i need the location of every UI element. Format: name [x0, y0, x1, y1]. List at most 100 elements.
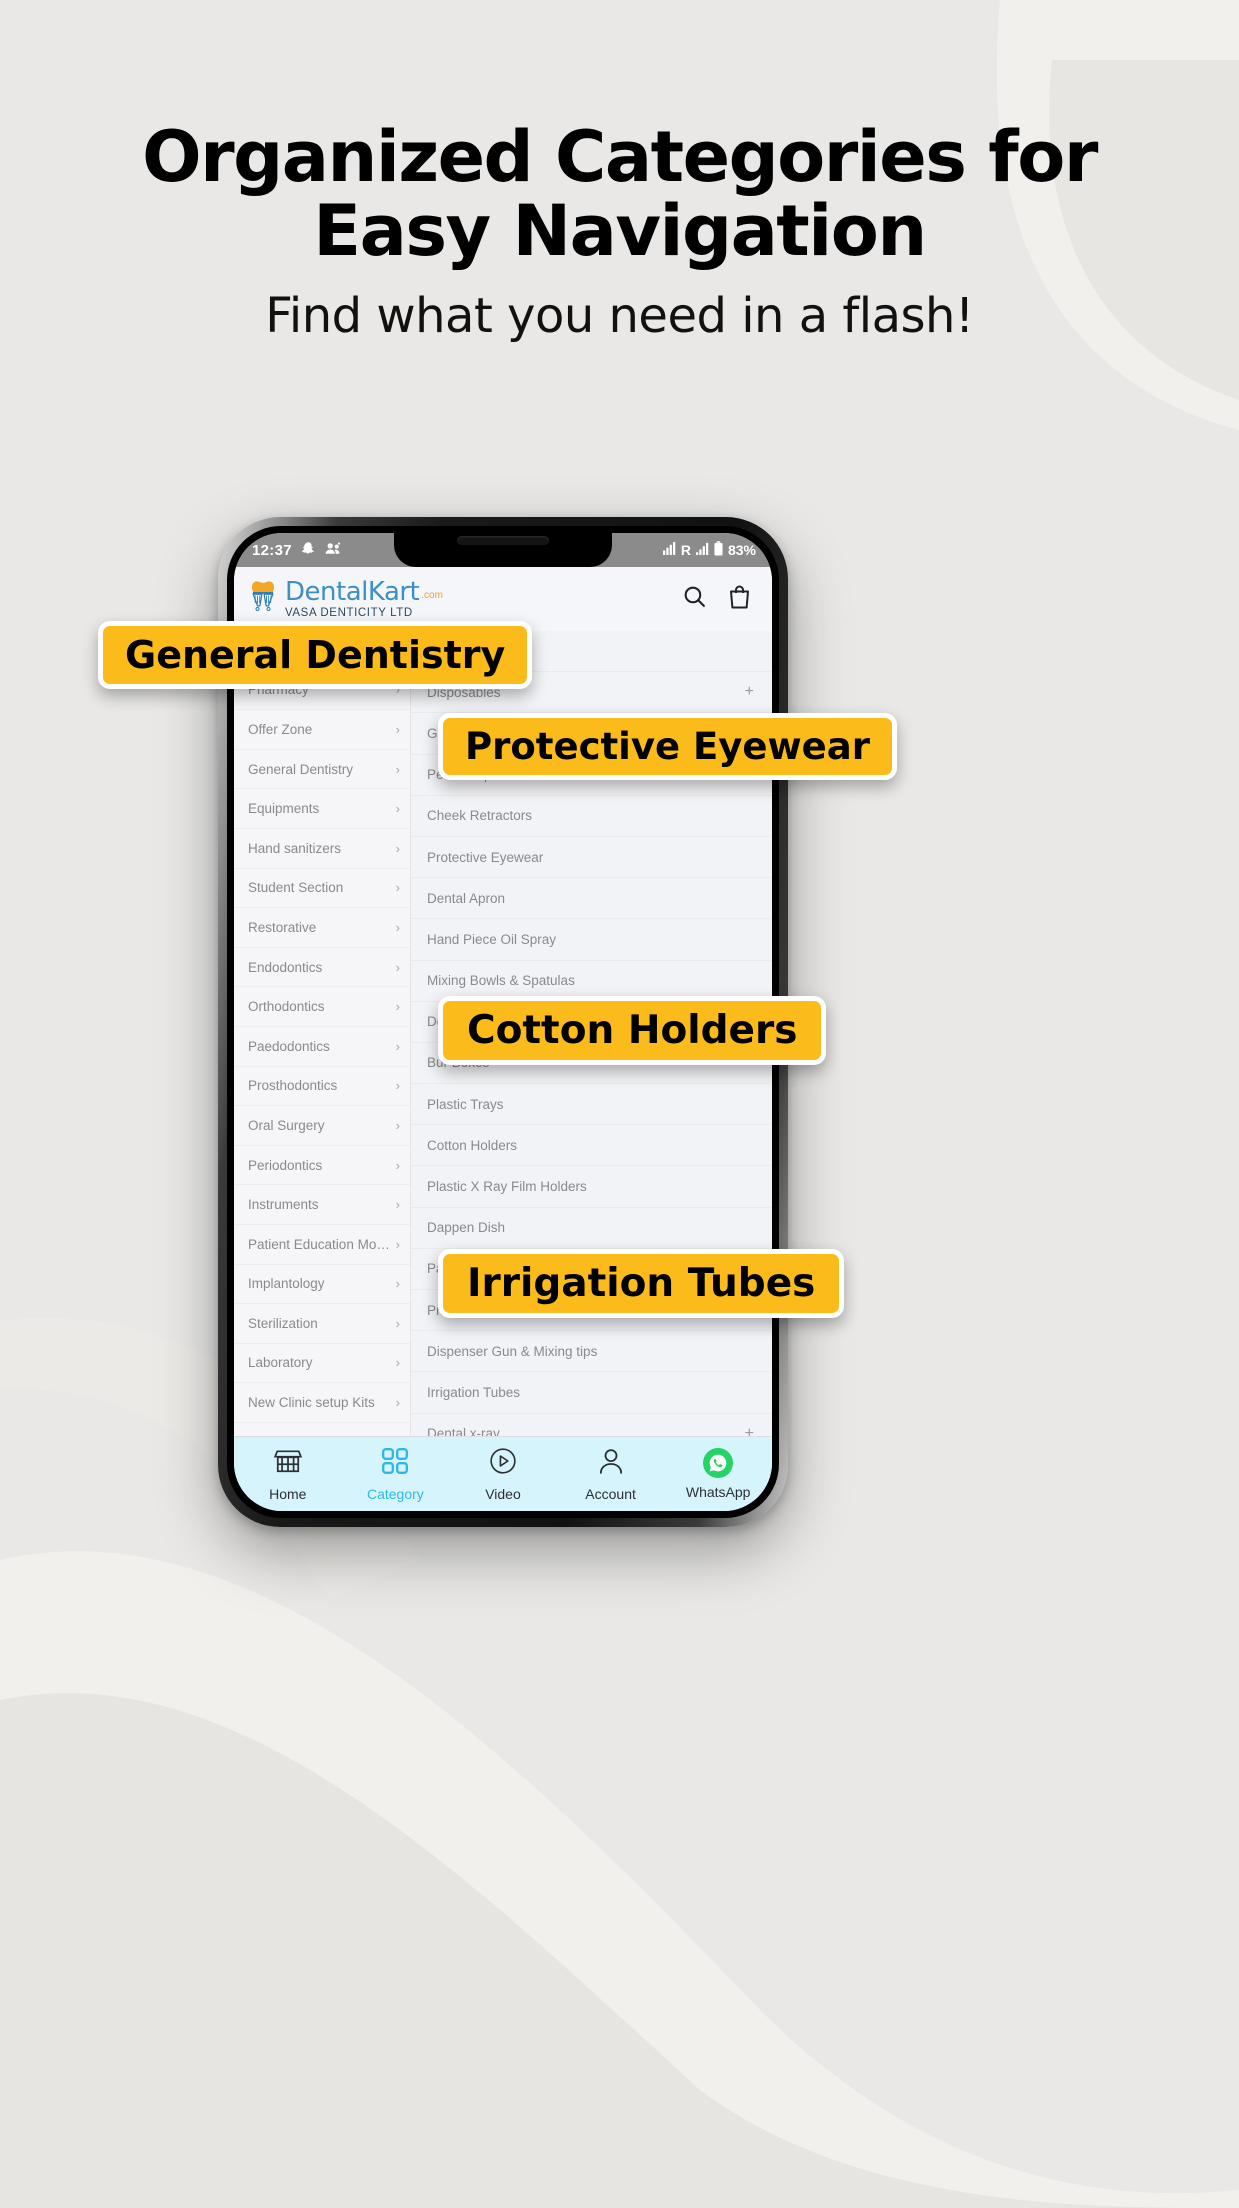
category-item-label: Instruments — [248, 1197, 319, 1213]
subcategory-item[interactable]: Dental x-ray + — [411, 1414, 772, 1436]
nav-item-whatsapp[interactable]: WhatsApp — [664, 1448, 772, 1500]
headline-line-2-text: Easy Navigation — [313, 190, 927, 273]
category-item[interactable]: Laboratory › — [234, 1344, 410, 1384]
subcategory-item[interactable]: Irrigation Tubes — [411, 1372, 772, 1414]
category-item[interactable]: Hand sanitizers › — [234, 829, 410, 869]
subcategory-item[interactable]: Protective Eyewear — [411, 837, 772, 879]
category-item[interactable]: General Dentistry › — [234, 750, 410, 790]
chevron-right-icon: › — [395, 880, 400, 896]
play-circle-icon — [489, 1447, 517, 1480]
nav-item-label: Account — [585, 1485, 636, 1502]
chevron-right-icon: › — [395, 761, 400, 777]
promo-headline: Organized Categories for Easy Navigation… — [0, 120, 1239, 343]
subcategory-item-label: Cheek Retractors — [427, 808, 533, 824]
callout-protective-eyewear: Protective Eyewear — [438, 713, 897, 780]
battery-icon — [714, 541, 723, 559]
category-item[interactable]: Orthodontics › — [234, 987, 410, 1027]
whatsapp-icon — [703, 1448, 734, 1478]
subcategory-item-label: Dental Apron — [427, 890, 506, 906]
category-item-label: Restorative — [248, 919, 317, 935]
category-item-label: Paedodontics — [248, 1038, 330, 1054]
category-item-label: Implantology — [248, 1276, 325, 1292]
brand-logo[interactable]: DentalKart .com VASA DENTICITY LTD — [248, 579, 443, 620]
status-time: 12:37 — [252, 541, 292, 559]
category-item[interactable]: Clinical Problem Solvers› — [234, 1423, 410, 1436]
expand-plus-icon[interactable]: + — [745, 683, 754, 701]
subcategory-item[interactable]: Plastic Trays — [411, 1084, 772, 1126]
chevron-right-icon: › — [395, 1236, 400, 1252]
chevron-right-icon: › — [395, 1157, 400, 1173]
category-item-label: Periodontics — [248, 1157, 323, 1173]
category-item-label: Sterilization — [248, 1315, 318, 1331]
category-item-label: General Dentistry — [248, 761, 354, 777]
nav-item-video[interactable]: Video — [449, 1447, 557, 1502]
tooth-logo-icon — [248, 579, 278, 618]
category-left-list[interactable]: Dental Brands›Pharmacy›Offer Zone›Genera… — [234, 631, 411, 1436]
category-item[interactable]: Periodontics › — [234, 1146, 410, 1186]
search-icon[interactable] — [682, 584, 707, 614]
chevron-right-icon: › — [395, 959, 400, 975]
chevron-right-icon: › — [395, 1117, 400, 1133]
category-item[interactable]: Instruments › — [234, 1185, 410, 1225]
status-bar-right: R 83% — [662, 541, 756, 559]
subcategory-item-label: Irrigation Tubes — [427, 1384, 521, 1400]
subcategory-item-label: Plastic X Ray Film Holders — [427, 1179, 587, 1195]
subcategory-item-label: Dappen Dish — [427, 1220, 506, 1236]
subcategory-item-label: Protective Eyewear — [427, 849, 544, 865]
cart-icon[interactable] — [727, 584, 752, 615]
category-item-label: Endodontics — [248, 959, 323, 975]
header-actions — [682, 584, 752, 615]
contacts-icon — [325, 541, 342, 560]
category-item[interactable]: Implantology › — [234, 1265, 410, 1305]
category-item[interactable]: Offer Zone › — [234, 710, 410, 750]
bottom-navigation[interactable]: Home Category Video Account WhatsApp — [234, 1436, 772, 1511]
category-item-label: Offer Zone — [248, 721, 313, 737]
nav-item-account[interactable]: Account — [557, 1447, 665, 1502]
headline-line-1: Organized Categories for Easy Navigation — [0, 120, 1239, 268]
expand-plus-icon[interactable]: + — [745, 1425, 754, 1436]
subcategory-item[interactable]: Dispenser Gun & Mixing tips — [411, 1331, 772, 1373]
headline-line-1-text: Organized Categories for — [142, 116, 1098, 198]
nav-item-home[interactable]: Home — [234, 1447, 342, 1502]
earpiece-speaker — [457, 536, 549, 545]
category-item-label: Orthodontics — [248, 999, 325, 1015]
subcategory-item-label: Hand Piece Oil Spray — [427, 931, 557, 947]
category-item[interactable]: Restorative › — [234, 908, 410, 948]
category-item[interactable]: Patient Education Models › — [234, 1225, 410, 1265]
signal-bars-icon-2 — [695, 542, 709, 558]
signal-bars-icon — [662, 542, 676, 558]
category-item[interactable]: New Clinic setup Kits › — [234, 1383, 410, 1423]
subcategory-item[interactable]: Hand Piece Oil Spray — [411, 919, 772, 961]
phone-notch — [394, 533, 612, 567]
category-item[interactable]: Student Section › — [234, 869, 410, 909]
nav-item-label: WhatsApp — [685, 1484, 751, 1500]
category-item-label: New Clinic setup Kits — [248, 1395, 375, 1411]
chevron-right-icon: › — [395, 999, 400, 1015]
person-icon — [597, 1447, 625, 1480]
category-item[interactable]: Equipments › — [234, 789, 410, 829]
chevron-right-icon: › — [395, 1355, 400, 1371]
category-item[interactable]: Paedodontics › — [234, 1027, 410, 1067]
brand-subtitle: VASA DENTICITY LTD — [285, 606, 413, 619]
status-bar-left: 12:37 — [252, 541, 342, 560]
subcategory-item[interactable]: Cheek Retractors — [411, 796, 772, 837]
chevron-right-icon: › — [395, 919, 400, 935]
category-item-label: Hand sanitizers — [248, 840, 342, 856]
snapchat-icon — [301, 541, 316, 560]
category-item[interactable]: Endodontics › — [234, 948, 410, 988]
chevron-right-icon: › — [395, 1395, 400, 1411]
subcategory-item-label: Plastic Trays — [427, 1096, 504, 1112]
category-item-label: Student Section — [248, 880, 344, 896]
subcategory-item[interactable]: Dappen Dish — [411, 1208, 772, 1249]
subcategory-item[interactable]: Cotton Holders — [411, 1125, 772, 1167]
brand-name-row: DentalKart .com — [285, 579, 443, 605]
category-item[interactable]: Prosthodontics › — [234, 1067, 410, 1107]
subcategory-item[interactable]: Dental Apron — [411, 878, 772, 920]
callout-general-dentistry: General Dentistry — [98, 621, 533, 689]
nav-item-category[interactable]: Category — [342, 1447, 450, 1502]
category-item[interactable]: Sterilization › — [234, 1304, 410, 1344]
chevron-right-icon: › — [395, 801, 400, 817]
subcategory-item[interactable]: Plastic X Ray Film Holders — [411, 1166, 772, 1208]
category-item[interactable]: Oral Surgery › — [234, 1106, 410, 1146]
category-item-label: Equipments — [248, 801, 320, 817]
